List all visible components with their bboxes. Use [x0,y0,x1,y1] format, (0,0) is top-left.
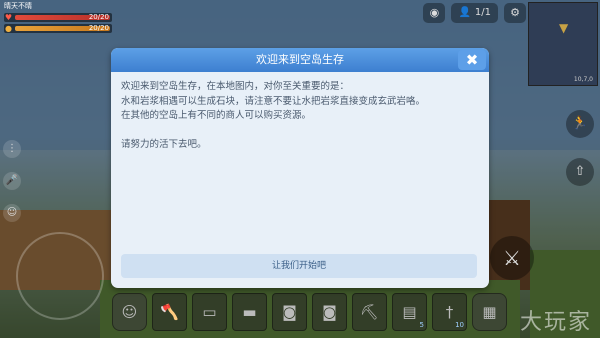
hotbar: ☺ 🪓 ▭ ▬ ◙ ◙ ⛏ ▤ 5 † 10 ▦ [112,293,507,331]
bucket-icon[interactable]: ◙ [272,293,307,331]
chest-icon[interactable]: ▬ [232,293,267,331]
watermark: 大玩家 [519,310,592,335]
dialog-line: 欢迎来到空岛生存，在本地图内，对你至关重要的是： [121,81,350,92]
torch-icon[interactable]: † 10 [432,293,467,331]
welcome-dialog: 欢迎来到空岛生存 ✖ 欢迎来到空岛生存，在本地图内，对你至关重要的是： 水和岩浆… [111,48,489,288]
crafting-table-icon[interactable]: ▭ [192,293,227,331]
hunger-value: 20/20 [88,24,109,32]
seed-bag-icon[interactable]: ▤ 5 [392,293,427,331]
emote-icon[interactable]: ☺ [3,204,21,222]
dialog-title: 欢迎来到空岛生存 [256,53,344,66]
left-side-controls: ⋮ 🎤 ☺ [2,140,22,222]
player-count-button[interactable]: 👤 1/1 [451,3,498,23]
hunger-bar: ● 20/20 [4,24,112,33]
start-button[interactable]: 让我们开始吧 [121,254,477,278]
slot-count: 10 [455,321,464,329]
movement-joystick[interactable] [16,232,104,320]
health-bar: ♥ 20/20 [4,13,112,22]
sneak-icon[interactable]: 🏃 [566,110,594,138]
camera-icon[interactable]: ◉ [423,3,446,23]
dialog-line: 在其他的空岛上有不同的商人可以购买资源。 [121,110,312,121]
microphone-icon[interactable]: 🎤 [3,172,21,190]
heart-icon: ♥ [4,13,13,22]
close-icon[interactable]: ✖ [458,50,486,70]
map-pin-icon: ▼ [559,21,569,35]
settings-icon[interactable]: ⚙ [504,3,526,23]
minimap-coord: 10,7,0 [573,76,593,83]
pickaxe-icon[interactable]: ⛏ [352,293,387,331]
top-right-controls: ◉ 👤 1/1 ⚙ [423,3,526,23]
person-icon: 👤 [458,7,471,18]
attack-sword-icon[interactable]: ⚔ [490,236,534,280]
axe-icon[interactable]: 🪓 [152,293,187,331]
drumstick-icon: ● [5,24,12,33]
status-panel: 晴天不晴 ♥ 20/20 ● 20/20 [4,2,112,33]
minimap[interactable]: ▼ 10,7,0 [528,2,598,86]
jump-icon[interactable]: ⇧ [566,158,594,186]
player-count: 1/1 [474,7,491,18]
dialog-line: 请努力的活下去吧。 [121,138,207,150]
player-name: 晴天不晴 [4,2,32,10]
bucket-icon[interactable]: ◙ [312,293,347,331]
slot-count: 5 [419,321,424,329]
dialog-line: 水和岩浆相遇可以生成石块，请注意不要让水把岩浆直接变成玄武岩咯。 [121,95,426,107]
chat-icon[interactable]: ⋮ [3,140,21,158]
dialog-header: 欢迎来到空岛生存 ✖ [111,48,489,72]
right-side-controls: 🏃 ⇧ [566,110,594,186]
inventory-icon[interactable]: ▦ [472,293,507,331]
backpack-icon[interactable]: ☺ [112,293,147,331]
dialog-body: 欢迎来到空岛生存，在本地图内，对你至关重要的是： 水和岩浆相遇可以生成石块，请注… [111,72,489,152]
health-value: 20/20 [88,13,109,21]
